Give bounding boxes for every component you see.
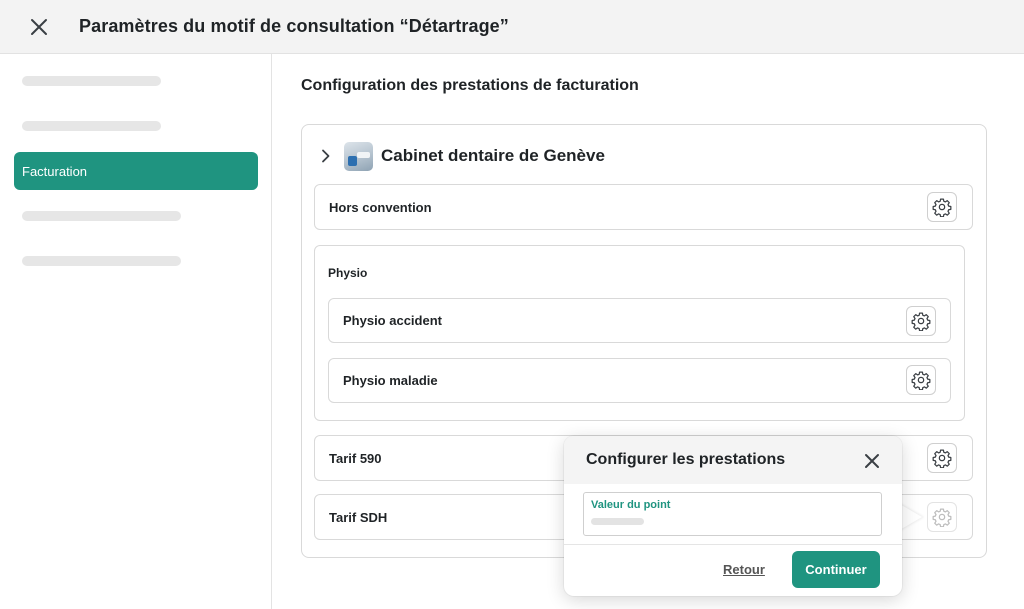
sidebar-skeleton-item bbox=[22, 211, 181, 221]
tarif-590-settings-button[interactable] bbox=[927, 443, 957, 473]
hors-convention-settings-button[interactable] bbox=[927, 192, 957, 222]
row-label: Physio accident bbox=[343, 313, 442, 328]
cabinet-logo bbox=[344, 141, 373, 171]
back-button[interactable]: Retour bbox=[723, 562, 765, 577]
row-label: Hors convention bbox=[329, 199, 432, 215]
row-physio-maladie: Physio maladie bbox=[328, 358, 951, 403]
physio-group-label: Physio bbox=[328, 266, 368, 280]
physio-maladie-settings-button[interactable] bbox=[906, 365, 936, 395]
continue-label: Continuer bbox=[805, 562, 867, 577]
close-icon bbox=[865, 454, 879, 468]
popover-close-button[interactable] bbox=[861, 450, 883, 472]
popover-divider bbox=[564, 544, 902, 545]
point-value-placeholder bbox=[591, 518, 644, 525]
cabinet-header: Cabinet dentaire de Genève bbox=[319, 141, 605, 171]
sidebar-item-facturation[interactable]: Facturation bbox=[14, 152, 258, 190]
page-title: Paramètres du motif de consultation “Dét… bbox=[79, 16, 509, 36]
row-hors-convention: Hors convention bbox=[314, 184, 973, 230]
point-value-input[interactable]: Valeur du point bbox=[583, 492, 882, 536]
row-physio-accident: Physio accident bbox=[328, 298, 951, 343]
close-icon bbox=[31, 19, 47, 35]
gear-icon bbox=[932, 508, 952, 527]
close-button[interactable] bbox=[27, 15, 51, 39]
gear-icon bbox=[911, 371, 931, 390]
configure-popover: Configurer les prestations Valeur du poi… bbox=[564, 436, 902, 596]
sidebar-skeleton-item bbox=[22, 76, 161, 86]
row-label: Tarif SDH bbox=[329, 509, 388, 525]
chevron-right-icon[interactable] bbox=[319, 149, 333, 163]
gear-icon bbox=[911, 312, 931, 331]
sidebar-item-label: Facturation bbox=[22, 163, 88, 179]
popover-title: Configurer les prestations bbox=[586, 451, 786, 468]
row-label: Tarif 590 bbox=[329, 450, 382, 466]
page-header: Paramètres du motif de consultation “Dét… bbox=[0, 0, 1024, 54]
gear-icon bbox=[932, 198, 952, 217]
physio-accident-settings-button[interactable] bbox=[906, 306, 936, 336]
sidebar-skeleton-item bbox=[22, 256, 181, 266]
tarif-sdh-settings-button[interactable] bbox=[927, 502, 957, 532]
sidebar: Facturation bbox=[0, 54, 272, 609]
row-label: Physio maladie bbox=[343, 373, 438, 388]
point-value-label: Valeur du point bbox=[591, 499, 671, 511]
section-title: Configuration des prestations de factura… bbox=[301, 77, 639, 94]
sidebar-skeleton-item bbox=[22, 121, 161, 131]
continue-button[interactable]: Continuer bbox=[792, 551, 880, 588]
cabinet-name: Cabinet dentaire de Genève bbox=[381, 146, 605, 165]
gear-icon bbox=[932, 449, 952, 468]
